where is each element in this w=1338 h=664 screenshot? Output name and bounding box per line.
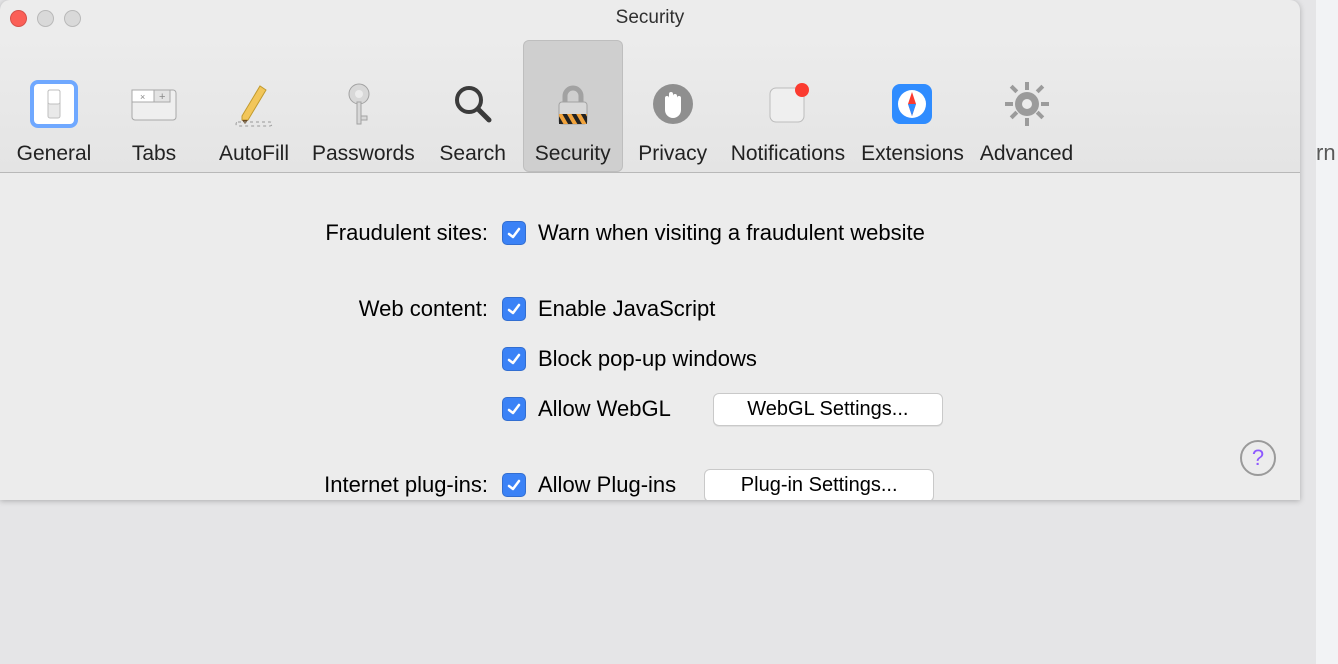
tab-notifications[interactable]: Notifications	[723, 40, 853, 172]
svg-text:+: +	[159, 91, 165, 103]
window-title: Security	[616, 0, 685, 36]
help-button[interactable]: ?	[1240, 440, 1276, 476]
svg-text:×: ×	[140, 92, 145, 102]
tab-label: Notifications	[731, 142, 845, 166]
security-pane: Fraudulent sites: Warn when visiting a f…	[0, 173, 1300, 500]
notification-icon	[760, 72, 816, 136]
enable-javascript-label: Enable JavaScript	[538, 296, 715, 322]
tab-autofill[interactable]: AutoFill	[204, 40, 304, 172]
plugin-settings-button[interactable]: Plug-in Settings...	[704, 469, 934, 501]
fraudulent-sites-label: Fraudulent sites:	[48, 220, 502, 246]
tab-label: Extensions	[861, 142, 964, 166]
warn-fraudulent-checkbox[interactable]	[502, 221, 526, 245]
tab-label: Tabs	[132, 142, 176, 166]
tab-extensions[interactable]: Extensions	[853, 40, 972, 172]
switch-icon	[26, 72, 82, 136]
tab-label: Security	[535, 142, 611, 166]
compass-icon	[884, 72, 940, 136]
magnifier-icon	[445, 72, 501, 136]
titlebar: Security	[0, 0, 1300, 36]
tab-label: Passwords	[312, 142, 415, 166]
tab-general[interactable]: General	[4, 40, 104, 172]
preferences-toolbar: General × + Tabs	[0, 36, 1300, 173]
pencil-icon	[226, 72, 282, 136]
tab-label: Advanced	[980, 142, 1073, 166]
tab-security[interactable]: Security	[523, 40, 623, 172]
tabs-icon: × +	[126, 72, 182, 136]
enable-javascript-checkbox[interactable]	[502, 297, 526, 321]
internet-plugins-label: Internet plug-ins:	[48, 472, 502, 498]
tab-label: General	[17, 142, 92, 166]
hand-icon	[645, 72, 701, 136]
tab-label: AutoFill	[219, 142, 289, 166]
tab-label: Privacy	[638, 142, 707, 166]
tab-label: Search	[439, 142, 506, 166]
gear-icon	[999, 72, 1055, 136]
help-icon: ?	[1252, 445, 1264, 471]
obscured-background-text: rn	[1316, 0, 1338, 664]
tab-passwords[interactable]: Passwords	[304, 40, 423, 172]
block-popups-checkbox[interactable]	[502, 347, 526, 371]
preferences-window: Security General × +	[0, 0, 1300, 500]
allow-plugins-label: Allow Plug-ins	[538, 472, 676, 498]
tab-search[interactable]: Search	[423, 40, 523, 172]
block-popups-label: Block pop-up windows	[538, 346, 757, 372]
allow-webgl-label: Allow WebGL	[538, 396, 671, 422]
close-window-button[interactable]	[10, 10, 27, 27]
zoom-window-button[interactable]	[64, 10, 81, 27]
tab-tabs[interactable]: × + Tabs	[104, 40, 204, 172]
lock-icon	[545, 72, 601, 136]
warn-fraudulent-label: Warn when visiting a fraudulent website	[538, 220, 925, 246]
tab-advanced[interactable]: Advanced	[972, 40, 1081, 172]
minimize-window-button[interactable]	[37, 10, 54, 27]
webgl-settings-button[interactable]: WebGL Settings...	[713, 393, 943, 426]
allow-webgl-checkbox[interactable]	[502, 397, 526, 421]
traffic-lights	[10, 10, 81, 27]
tab-privacy[interactable]: Privacy	[623, 40, 723, 172]
web-content-label: Web content:	[48, 296, 502, 322]
allow-plugins-checkbox[interactable]	[502, 473, 526, 497]
key-icon	[335, 72, 391, 136]
